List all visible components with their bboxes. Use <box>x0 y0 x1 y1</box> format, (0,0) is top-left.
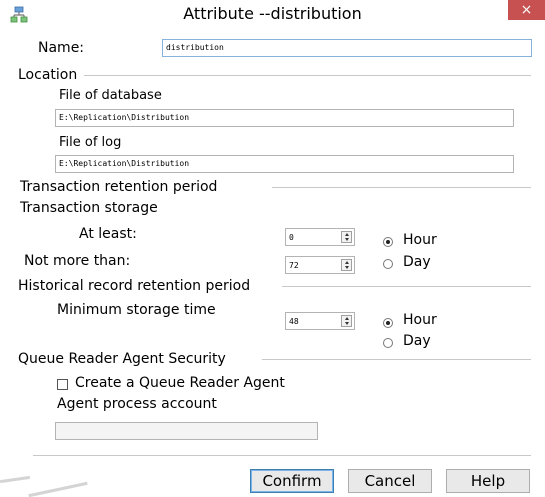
history-hour-radio[interactable] <box>383 318 393 328</box>
history-day-radio[interactable] <box>383 338 393 348</box>
database-file-input[interactable]: E:\Replication\Distribution <box>55 109 514 127</box>
dialog-title: Attribute --distribution <box>183 4 362 23</box>
minimum-storage-value: 48 <box>289 317 299 326</box>
not-more-than-value: 72 <box>289 261 299 270</box>
confirm-button[interactable]: Confirm <box>250 469 334 493</box>
transaction-storage-label: Transaction storage <box>20 200 158 216</box>
queue-legend: Queue Reader Agent Security <box>18 351 226 367</box>
transaction-day-label: Day <box>403 254 431 270</box>
attribute-dialog: Attribute --distribution × Name: distrib… <box>0 0 545 497</box>
queue-divider <box>262 359 531 360</box>
transaction-divider <box>272 187 531 188</box>
location-legend: Location <box>18 67 78 83</box>
history-day-label: Day <box>403 333 431 349</box>
cancel-button[interactable]: Cancel <box>348 469 432 493</box>
decorative-stroke <box>28 481 88 497</box>
not-more-than-stepper[interactable]: 72 <box>285 256 355 274</box>
minimum-storage-label: Minimum storage time <box>57 302 216 318</box>
database-file-label: File of database <box>59 88 162 103</box>
transaction-hour-radio[interactable] <box>383 237 393 247</box>
decorative-stroke <box>0 475 31 484</box>
name-input[interactable]: distribution <box>162 39 532 57</box>
history-hour-label: Hour <box>403 312 437 328</box>
help-button[interactable]: Help <box>446 469 530 493</box>
at-least-stepper[interactable]: 0 <box>285 228 355 246</box>
at-least-label: At least: <box>79 226 137 242</box>
log-file-input[interactable]: E:\Replication\Distribution <box>55 155 514 173</box>
location-divider <box>84 75 531 76</box>
history-divider <box>282 286 531 287</box>
not-more-than-label: Not more than: <box>24 253 131 269</box>
transaction-day-radio[interactable] <box>383 259 393 269</box>
agent-account-input[interactable] <box>55 422 318 440</box>
name-label: Name: <box>38 40 85 56</box>
transaction-hour-label: Hour <box>403 232 437 248</box>
spin-arrows-icon[interactable] <box>341 231 352 243</box>
spin-arrows-icon[interactable] <box>341 259 352 271</box>
minimum-storage-stepper[interactable]: 48 <box>285 312 355 330</box>
create-queue-agent-label: Create a Queue Reader Agent <box>75 375 285 391</box>
at-least-value: 0 <box>289 233 294 242</box>
close-icon: × <box>520 2 533 18</box>
close-button[interactable]: × <box>508 0 545 20</box>
history-legend: Historical record retention period <box>18 278 251 294</box>
log-file-label: File of log <box>59 135 122 150</box>
transaction-legend: Transaction retention period <box>20 179 218 195</box>
agent-account-label: Agent process account <box>57 396 217 412</box>
footer-divider <box>33 455 531 456</box>
create-queue-agent-checkbox[interactable] <box>57 379 68 390</box>
spin-arrows-icon[interactable] <box>341 315 352 327</box>
title-bar[interactable]: Attribute --distribution × <box>0 0 545 30</box>
